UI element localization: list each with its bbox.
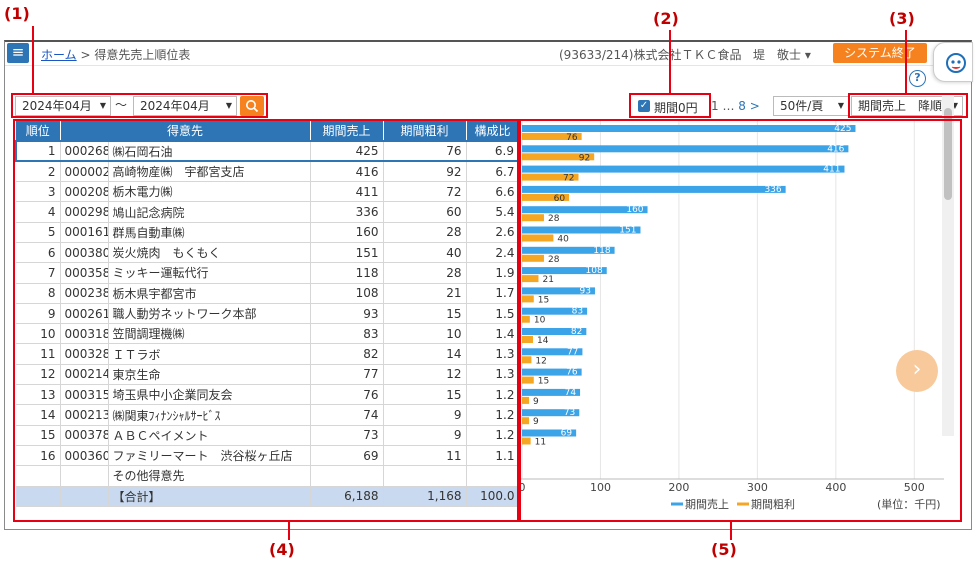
page-1-link[interactable]: 1	[711, 99, 719, 113]
help-icon[interactable]: ?	[909, 70, 926, 87]
callout-3: (3)	[889, 9, 915, 28]
company-name: (93633/214)株式会社ＴＫＣ食品	[559, 48, 742, 62]
annotation-box-2	[629, 93, 711, 118]
page-title: 得意先売上順位表	[94, 48, 191, 62]
callout-2: (2)	[653, 9, 679, 28]
pager-ellipsis: …	[722, 99, 735, 113]
breadcrumb-home-link[interactable]: ホーム	[41, 48, 77, 62]
annotation-box-1	[11, 93, 268, 118]
annotation-line-1	[32, 26, 34, 93]
page-last-link[interactable]: 8	[738, 99, 746, 113]
pagination: 1 … 8 >	[711, 99, 760, 113]
per-page-value: 50件/頁	[780, 99, 824, 113]
per-page-select[interactable]: 50件/頁 ▼	[773, 96, 849, 116]
breadcrumb: ホーム > 得意先売上順位表	[41, 46, 190, 63]
assistant-face-icon	[946, 53, 966, 73]
annotation-line-5	[730, 522, 732, 540]
annotation-box-3	[848, 93, 968, 118]
pager-next-icon[interactable]: >	[750, 99, 760, 113]
breadcrumb-separator: >	[80, 48, 91, 62]
annotation-box-5	[519, 119, 962, 522]
annotation-line-4	[288, 522, 290, 540]
header-bar: ≡ ホーム > 得意先売上順位表 (93633/214)株式会社ＴＫＣ食品 堤 …	[5, 42, 973, 87]
annotation-box-4	[13, 119, 519, 522]
callout-4: (4)	[269, 540, 295, 559]
assistant-avatar-tab[interactable]	[933, 42, 973, 82]
user-menu[interactable]: 堤 敬士 ▾	[753, 46, 811, 63]
annotation-line-2	[669, 30, 671, 93]
system-end-button[interactable]: システム終了	[833, 43, 927, 63]
chevron-down-icon: ▼	[837, 101, 844, 110]
annotation-line-3	[905, 30, 907, 93]
hamburger-menu-icon[interactable]: ≡	[7, 43, 29, 63]
callout-5: (5)	[711, 540, 737, 559]
callout-1: (1)	[4, 4, 30, 23]
